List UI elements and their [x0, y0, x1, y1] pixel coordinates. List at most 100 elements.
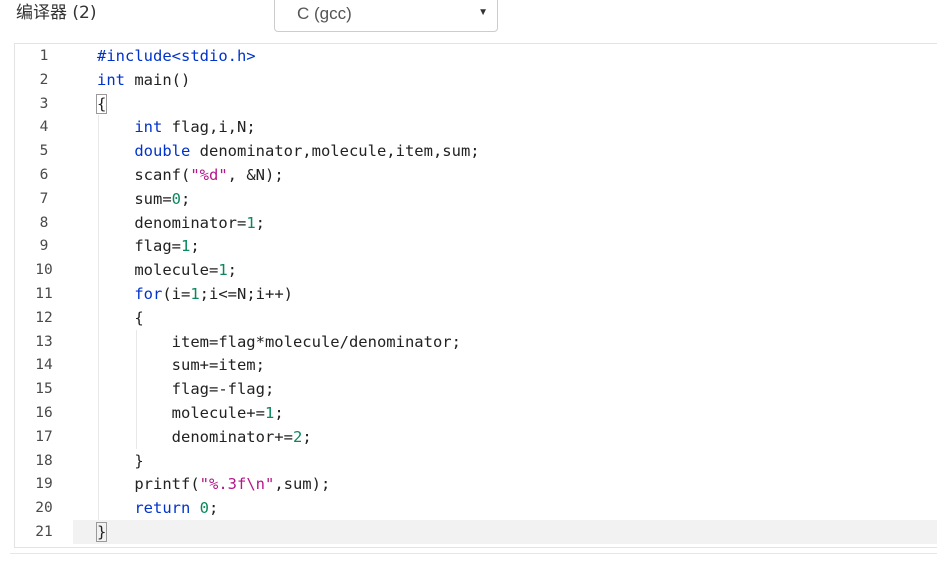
code-token: flag=-flag;	[97, 380, 275, 399]
code-line[interactable]: flag=-flag;	[73, 377, 937, 401]
code-line[interactable]: {	[73, 92, 937, 116]
line-number-text: 18	[35, 452, 53, 469]
code-line[interactable]: sum=0;	[73, 187, 937, 211]
line-number-text: 17	[35, 428, 53, 445]
code-token: sum=	[97, 189, 172, 208]
code-token: ;	[227, 261, 238, 280]
code-line[interactable]: sum+=item;	[73, 353, 937, 377]
code-editor[interactable]: 1 2 3 4 5 6 7 8 9 10 11 12 13 14 15 16 17 18 19 20 21 #inclu…	[14, 43, 937, 548]
code-line[interactable]: #include<stdio.h>	[73, 44, 937, 68]
code-line[interactable]: }	[73, 520, 937, 544]
code-line[interactable]: }	[73, 449, 937, 473]
line-number-text: 11	[35, 286, 53, 302]
code-line[interactable]: molecule=1;	[73, 258, 937, 282]
line-number: 21	[15, 520, 73, 544]
code-text: molecule+=1;	[97, 401, 284, 425]
code-token: molecule=	[97, 261, 219, 280]
code-text: molecule=1;	[97, 258, 237, 282]
code-token: ;	[274, 404, 284, 422]
code-token: sum+=item;	[97, 356, 265, 375]
code-line[interactable]: molecule+=1;	[73, 401, 937, 425]
code-token: }	[95, 522, 108, 542]
code-token: flag=	[97, 237, 181, 256]
indent-guide	[136, 329, 137, 449]
code-text: for(i=1;i<=N;i++)	[97, 282, 293, 306]
code-token: {	[95, 93, 108, 114]
code-text: denominator=1;	[97, 211, 265, 235]
code-text: int main()	[97, 68, 190, 92]
code-token: 1	[246, 213, 256, 232]
code-token: 1	[218, 261, 228, 280]
code-text: int flag,i,N;	[97, 115, 256, 139]
code-text: flag=1;	[97, 234, 200, 258]
line-number-text: 15	[35, 381, 53, 398]
line-number: 15	[15, 377, 73, 401]
line-number-text: 2	[39, 71, 49, 88]
code-area[interactable]: #include<stdio.h> int main(){ int flag,i,…	[73, 44, 937, 547]
code-token: ,sum);	[274, 475, 331, 494]
code-token: flag,i,N;	[162, 118, 256, 137]
code-token: 2	[292, 427, 303, 446]
compiler-label: 编译器 (2)	[16, 3, 97, 23]
code-token: main()	[125, 70, 191, 89]
code-text: flag=-flag;	[97, 377, 275, 401]
line-number-text: 10	[35, 262, 53, 279]
code-text: sum=0;	[97, 187, 190, 211]
code-token: ;	[255, 213, 265, 232]
code-token: printf(	[97, 475, 200, 494]
line-number-text: 8	[39, 214, 49, 231]
line-number: 11	[15, 282, 73, 306]
code-line[interactable]: item=flag*molecule/denominator;	[73, 330, 937, 354]
code-token: 1	[190, 285, 200, 303]
code-token: 1	[181, 237, 191, 256]
line-number: 9	[15, 234, 73, 258]
code-token: molecule+=	[97, 404, 265, 422]
caret-down-icon: ▼	[478, 7, 488, 18]
code-line[interactable]: flag=1;	[73, 234, 937, 258]
code-line[interactable]: {	[73, 306, 937, 330]
code-line[interactable]: printf("%.3f\n",sum);	[73, 472, 937, 496]
code-token: {	[97, 308, 144, 327]
line-number-text: 13	[35, 333, 53, 350]
line-number: 12	[15, 306, 73, 330]
code-token: denominator+=	[97, 427, 293, 446]
line-number: 17	[15, 425, 73, 449]
indent-guide	[98, 115, 99, 520]
code-token: int	[134, 118, 163, 137]
line-number: 7	[15, 187, 73, 211]
line-number: 4	[15, 115, 73, 139]
code-line[interactable]: double denominator,molecule,item,sum;	[73, 139, 937, 163]
code-line[interactable]: return 0;	[73, 496, 937, 520]
line-number-text: 14	[35, 357, 53, 374]
line-number: 8	[15, 211, 73, 235]
compiler-select[interactable]: C (gcc) ▼	[274, 0, 498, 32]
divider	[10, 553, 937, 554]
line-number-text: 5	[39, 143, 49, 160]
line-number: 5	[15, 139, 73, 163]
line-number: 18	[15, 449, 73, 473]
line-number-text: 3	[39, 95, 49, 112]
line-number-text: 21	[35, 524, 53, 540]
code-text: {	[97, 306, 144, 330]
line-number-text: 16	[35, 405, 53, 421]
code-line[interactable]: for(i=1;i<=N;i++)	[73, 282, 937, 306]
line-number: 14	[15, 353, 73, 377]
code-token: ;	[190, 237, 200, 256]
code-token: denominator,molecule,item,sum;	[190, 142, 480, 161]
code-line[interactable]: scanf("%d", &N);	[73, 163, 937, 187]
code-line[interactable]: denominator+=2;	[73, 425, 937, 449]
code-line[interactable]: denominator=1;	[73, 211, 937, 235]
code-text: #include<stdio.h>	[97, 44, 256, 68]
line-number-text: 6	[39, 167, 49, 183]
code-line[interactable]: int flag,i,N;	[73, 115, 937, 139]
code-token: }	[97, 451, 144, 470]
code-line[interactable]: int main()	[73, 68, 937, 92]
code-token: ;i<=N;i++)	[199, 285, 293, 303]
code-token: denominator=	[97, 213, 247, 232]
code-token: ;	[302, 427, 312, 446]
line-number-text: 12	[35, 309, 53, 326]
line-number-text: 19	[35, 476, 53, 493]
compiler-selected-value: C (gcc)	[297, 4, 352, 23]
